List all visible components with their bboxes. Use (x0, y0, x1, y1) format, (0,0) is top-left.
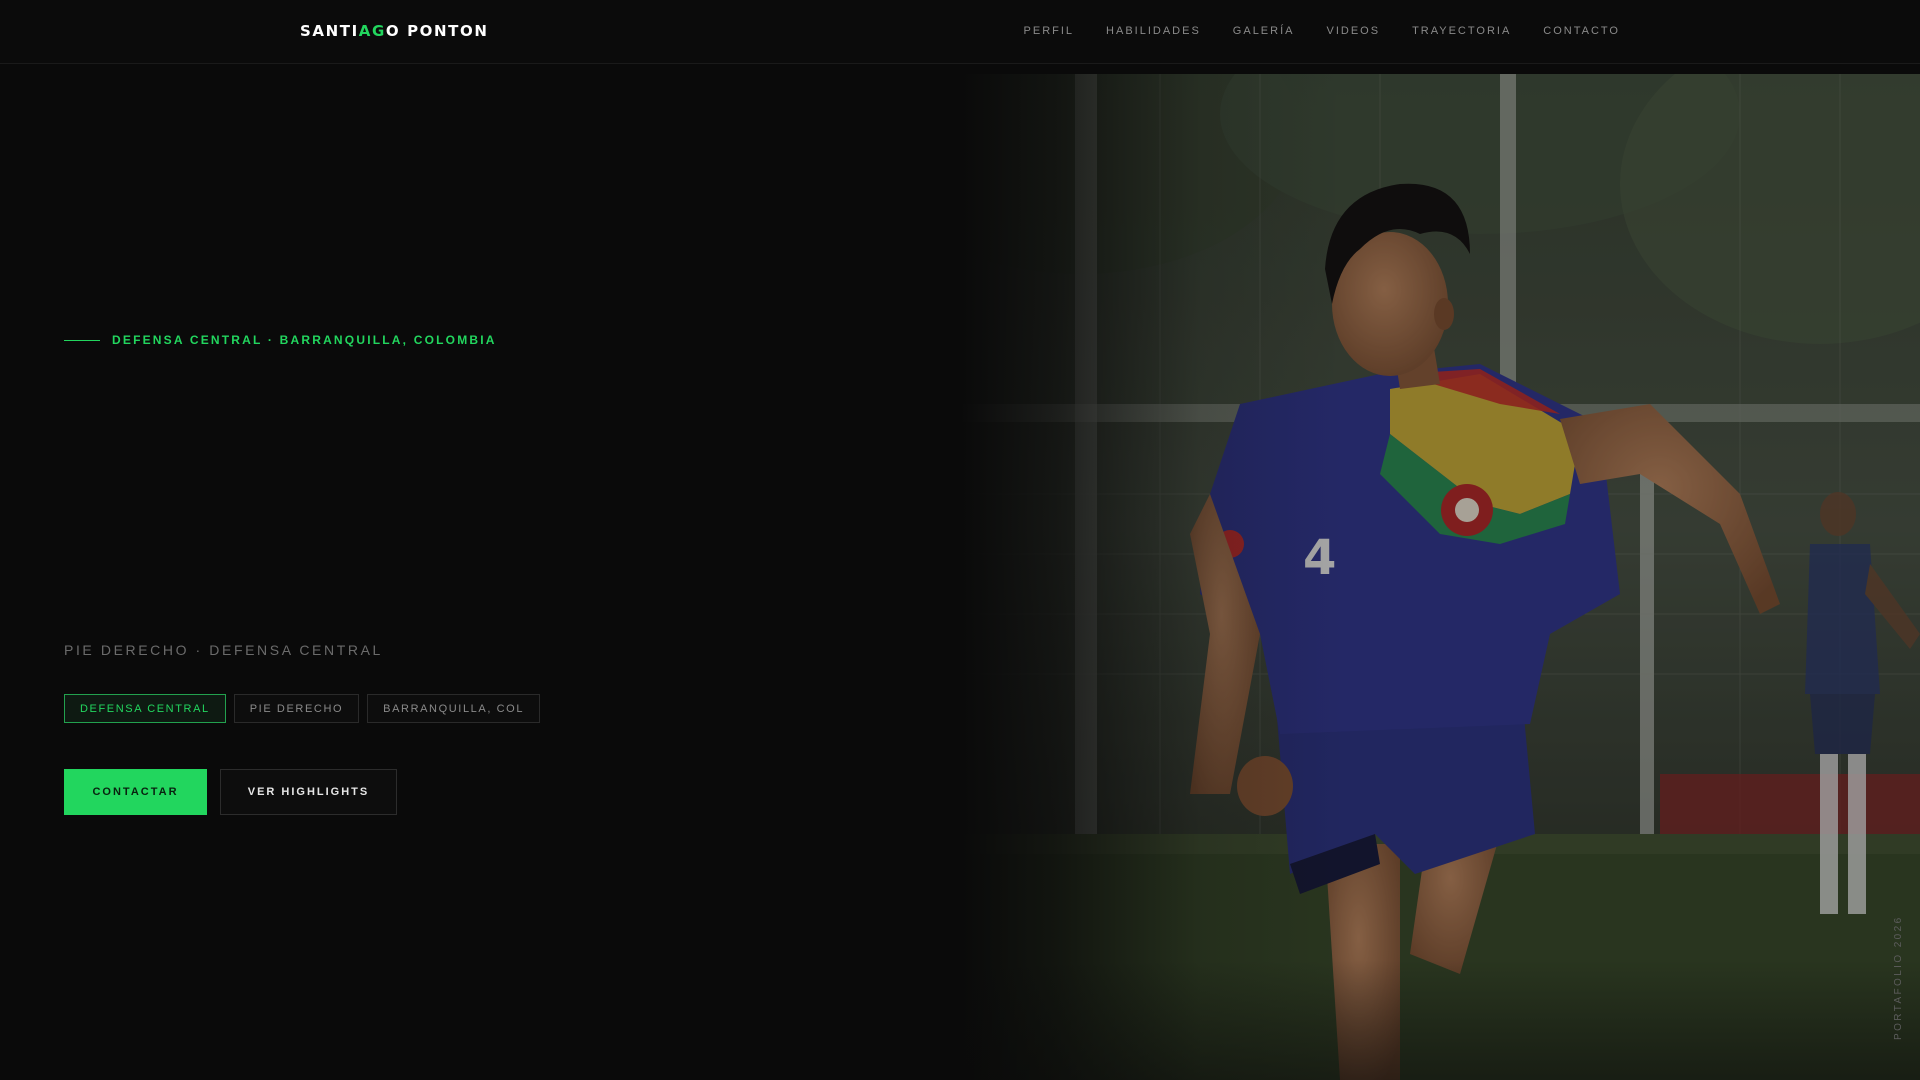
logo-text-accent: AG (358, 22, 386, 40)
hero-cta-group: CONTACTAR VER HIGHLIGHTS (64, 769, 397, 815)
eyebrow-accent-line (64, 339, 100, 341)
contactar-button[interactable]: CONTACTAR (64, 769, 207, 815)
nav-link-contacto[interactable]: CONTACTO (1543, 25, 1620, 37)
nav-menu: PERFIL HABILIDADES GALERÍA VIDEOS TRAYEC… (1024, 25, 1620, 37)
nav-link-perfil[interactable]: PERFIL (1024, 25, 1075, 37)
tag-barranquilla: BARRANQUILLA, COL (367, 694, 541, 723)
tag-defensa-central: DEFENSA CENTRAL (64, 694, 226, 723)
top-navbar: SANTIAGO PONTON PERFIL HABILIDADES GALER… (0, 0, 1920, 64)
ver-highlights-button[interactable]: VER HIGHLIGHTS (220, 769, 397, 815)
eyebrow-text: DEFENSA CENTRAL · BARRANQUILLA, COLOMBIA (112, 333, 497, 347)
site-logo[interactable]: SANTIAGO PONTON (300, 22, 489, 40)
page: SANTIAGO PONTON PERFIL HABILIDADES GALER… (0, 0, 1920, 1080)
hero-tags: DEFENSA CENTRAL PIE DERECHO BARRANQUILLA… (64, 694, 541, 723)
nav-link-galeria[interactable]: GALERÍA (1233, 25, 1295, 37)
hero-player-photo: 4 (960, 74, 1920, 1080)
nav-link-habilidades[interactable]: HABILIDADES (1106, 25, 1201, 37)
player-photo-illustration: 4 (960, 74, 1920, 1080)
nav-link-trayectoria[interactable]: TRAYECTORIA (1412, 25, 1511, 37)
portfolio-year-label: PORTAFOLIO 2026 (1893, 915, 1904, 1040)
svg-text:4: 4 (1303, 530, 1336, 586)
logo-text-end: O PONTON (385, 22, 489, 40)
hero-eyebrow: DEFENSA CENTRAL · BARRANQUILLA, COLOMBIA (64, 333, 497, 347)
nav-link-videos[interactable]: VIDEOS (1326, 25, 1380, 37)
hero-subtitle: PIE DERECHO · DEFENSA CENTRAL (64, 642, 383, 658)
logo-text-start: SANTI (300, 22, 359, 40)
tag-pie-derecho: PIE DERECHO (233, 694, 360, 723)
